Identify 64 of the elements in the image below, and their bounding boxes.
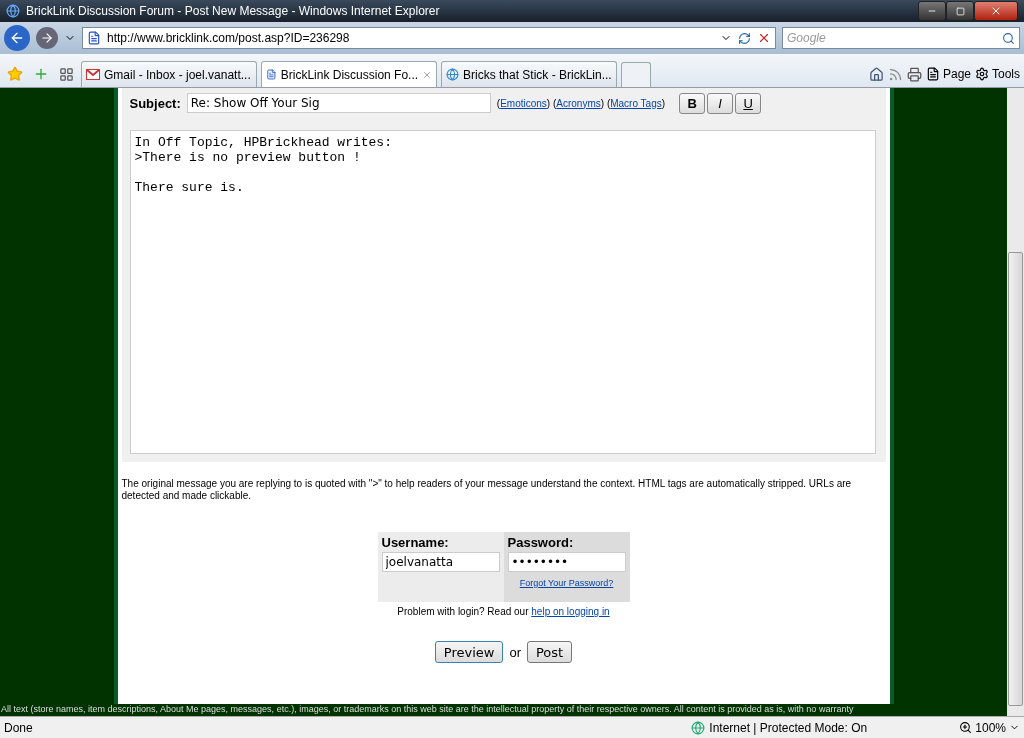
help-link[interactable]: Macro Tags — [610, 97, 662, 109]
bracket-text: ) — [600, 97, 605, 109]
username-field[interactable]: joelvanatta — [381, 552, 500, 572]
home-icon[interactable] — [868, 66, 884, 82]
security-zone: Internet | Protected Mode: On — [709, 720, 868, 735]
refresh-icon[interactable] — [738, 31, 751, 45]
post-button[interactable]: Post — [527, 641, 573, 663]
minimize-button[interactable] — [918, 1, 946, 21]
gear-icon — [975, 67, 989, 81]
help-text: Problem with login? Read our help on logging in — [397, 606, 610, 617]
browser-tab[interactable]: BrickLink Discussion Fo... — [261, 61, 437, 87]
help-link[interactable]: Emoticons — [500, 97, 547, 109]
zoom-icon — [959, 721, 973, 734]
browser-tab[interactable]: Gmail - Inbox - joel.vanatt... — [81, 61, 257, 87]
subject-field[interactable]: Re: Show Off Your Sig — [186, 93, 491, 113]
close-button[interactable] — [974, 1, 1018, 21]
bracket-text: ) — [661, 97, 666, 109]
or-text: or — [509, 644, 521, 660]
globe-icon — [691, 720, 706, 735]
footer-text: All text (store names, item descriptions, About Me pages, messages, etc.), images, or trademarks on this web site are the intellectual property of their respective owners. All content is provided as is, with no warranty — [0, 704, 855, 716]
maximize-button[interactable] — [946, 1, 974, 21]
browser-icon — [446, 68, 459, 81]
page-menu[interactable]: Page — [925, 61, 971, 87]
forward-arrow-icon — [40, 31, 54, 45]
password-field[interactable]: •••••••• — [507, 552, 626, 572]
window-title: BrickLink Discussion Forum - Post New Message - Windows Internet Explorer — [26, 4, 441, 18]
subject-label: Subject: — [129, 95, 181, 111]
format-button[interactable]: I — [707, 92, 734, 114]
favorites-star-icon[interactable] — [7, 66, 23, 82]
status-text: Done — [4, 720, 34, 735]
address-bar[interactable]: http://www.bricklink.com/post.asp?ID=236298 — [82, 27, 776, 49]
bracket-text: ( — [552, 97, 557, 109]
browser-icon — [6, 4, 20, 18]
page-icon — [266, 68, 277, 81]
zoom-control[interactable]: 100% — [959, 714, 1020, 738]
page-icon — [925, 67, 940, 81]
print-icon[interactable] — [906, 66, 922, 82]
message-field[interactable]: In Off Topic, HPBrickhead writes: >There is no preview button ! There sure is. — [129, 130, 876, 454]
preview-button[interactable]: Preview — [434, 641, 504, 663]
search-icon[interactable] — [1002, 31, 1015, 45]
back-button[interactable] — [4, 25, 30, 51]
forward-button[interactable] — [36, 27, 58, 49]
maximize-icon — [955, 6, 965, 16]
forgot-password-link[interactable]: Forgot Your Password? — [519, 578, 614, 588]
mail-icon — [86, 69, 100, 80]
browser-tab[interactable]: Bricks that Stick - BrickLin... — [441, 61, 617, 87]
bracket-text: ( — [606, 97, 611, 109]
close-icon — [990, 5, 1002, 17]
add-favorite-icon[interactable] — [33, 66, 49, 82]
help-link[interactable]: help on logging in — [531, 606, 610, 617]
password-label: Password: — [507, 535, 574, 550]
tools-menu[interactable]: Tools — [975, 61, 1020, 87]
format-button[interactable]: B — [679, 92, 706, 114]
format-button[interactable]: U — [735, 92, 762, 114]
bracket-text: ( — [496, 97, 501, 109]
instruction-text: The original message you are replying to is quoted with ">" to help readers of your message understand the context. HTML tags are automatically stripped. URLs are detected and made clickable. — [121, 478, 853, 502]
quick-tabs-icon[interactable] — [59, 66, 74, 82]
feed-icon[interactable] — [887, 66, 903, 82]
username-label: Username: — [381, 535, 450, 550]
bracket-text: ) — [546, 97, 551, 109]
help-link[interactable]: Acronyms — [556, 97, 601, 109]
new-tab-button[interactable] — [621, 62, 651, 87]
stop-icon[interactable] — [757, 31, 771, 45]
page-icon — [87, 31, 101, 45]
